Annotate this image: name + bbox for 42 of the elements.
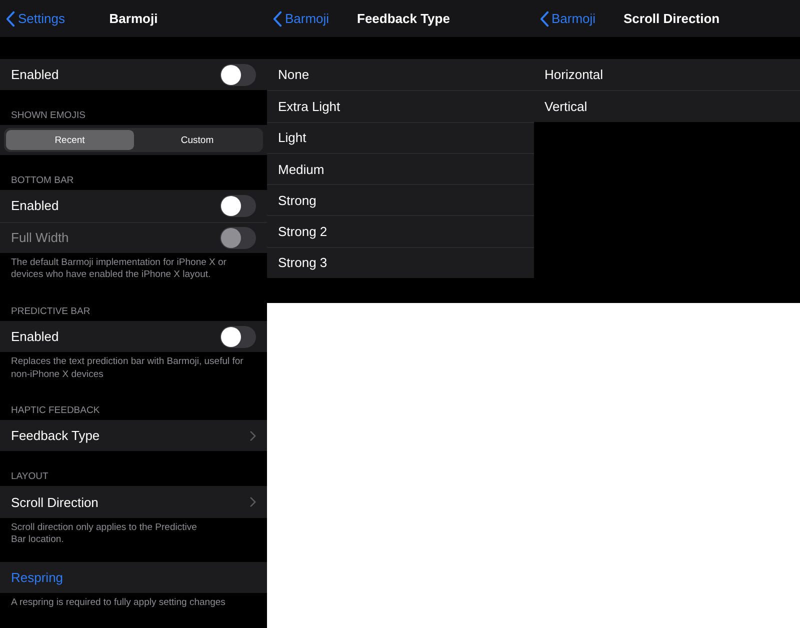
- back-button[interactable]: Barmoji: [534, 10, 596, 26]
- back-chevron-icon: [540, 10, 548, 26]
- page-title: Feedback Type: [357, 11, 450, 26]
- section-header: LAYOUT: [10, 470, 50, 484]
- back-button[interactable]: Barmoji: [267, 10, 330, 26]
- option-row[interactable]: Strong 2: [267, 215, 534, 247]
- settings-row[interactable]: Feedback Type: [0, 420, 267, 452]
- row-label: Enabled: [11, 198, 59, 214]
- option-row[interactable]: Strong 3: [267, 246, 534, 278]
- toggle-switch[interactable]: [220, 64, 256, 86]
- row-label: Scroll Direction: [11, 494, 98, 510]
- row-label: Enabled: [11, 67, 59, 82]
- option-row[interactable]: Horizontal: [534, 59, 800, 90]
- section-header: PREDICTIVE BAR: [10, 304, 92, 319]
- section-footer: The default Barmoji implementation for iPhone X or devices who have enabled the iPhone X layout.: [0, 252, 267, 286]
- section-footer: Scroll direction only applies to the Predictive Bar location.: [0, 518, 267, 551]
- option-row[interactable]: Medium: [267, 152, 534, 184]
- section-footer: Replaces the text prediction bar with Barmoji, useful for non-iPhone X devices: [0, 352, 267, 386]
- row-label: Feedback Type: [11, 428, 100, 444]
- option-row[interactable]: Strong: [267, 184, 534, 216]
- option-row[interactable]: None: [267, 59, 534, 90]
- segment-button[interactable]: Custom: [134, 130, 261, 150]
- section-header: SHOWN EMOJIS: [10, 109, 86, 124]
- back-chevron-icon: [273, 10, 282, 26]
- segment-button[interactable]: Recent: [6, 130, 134, 150]
- option-row[interactable]: Light: [267, 122, 534, 153]
- section-footer: A respring is required to fully apply setting changes: [0, 593, 267, 614]
- back-chevron-icon: [6, 10, 15, 26]
- toggle-switch[interactable]: [220, 194, 256, 217]
- chevron-right-icon: [250, 430, 256, 441]
- section-header: HAPTIC FEEDBACK: [10, 404, 101, 418]
- row-label: Full Width: [11, 230, 69, 246]
- option-row[interactable]: Vertical: [534, 90, 800, 122]
- page-title: Scroll Direction: [624, 11, 720, 26]
- toggle-switch[interactable]: [220, 326, 256, 348]
- back-button[interactable]: Settings: [0, 10, 65, 26]
- option-row[interactable]: Extra Light: [267, 90, 534, 122]
- chevron-right-icon: [250, 497, 256, 508]
- settings-row[interactable]: Scroll Direction: [0, 486, 267, 518]
- section-header: BOTTOM BAR: [10, 174, 75, 188]
- row-label: Enabled: [11, 329, 59, 344]
- page-title: Barmoji: [109, 11, 158, 26]
